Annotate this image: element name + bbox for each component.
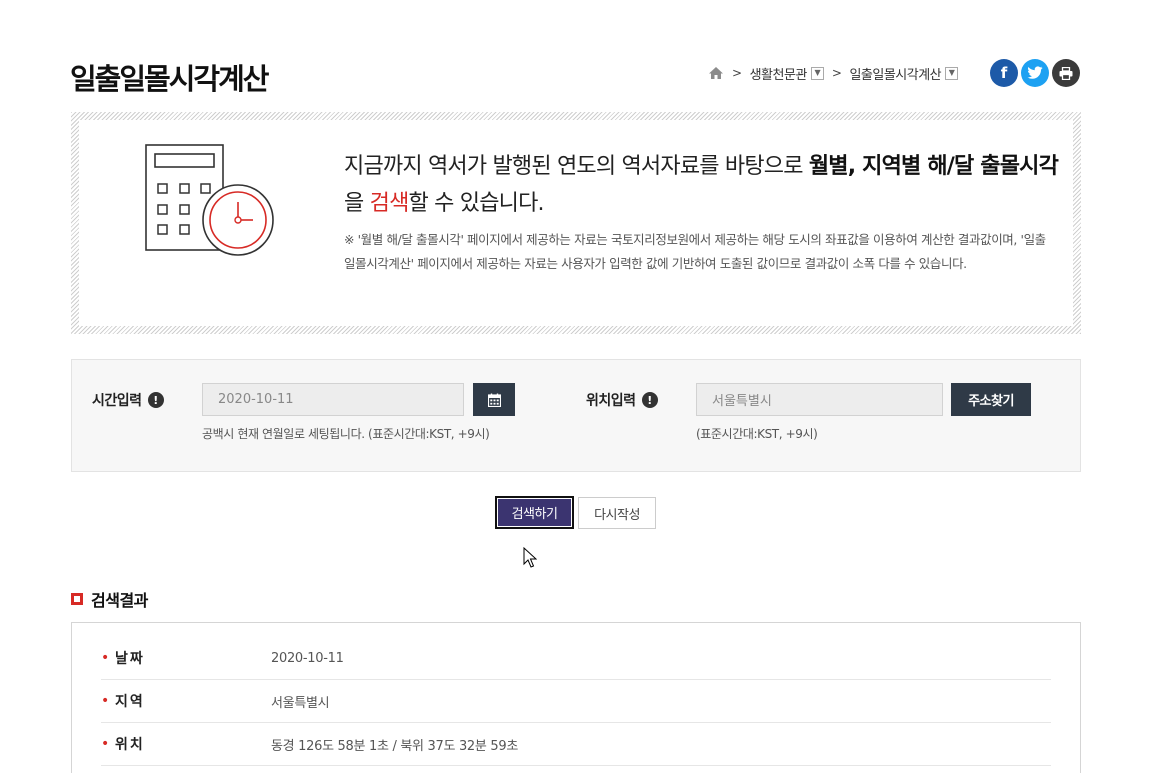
- intro-lead-part: 을: [344, 191, 370, 216]
- section-marker-icon: [71, 593, 83, 605]
- page-title: 일출일몰시각계산: [70, 62, 269, 96]
- intro-lead-text: 지금까지 역서가 발행된 연도의 역서자료를 바탕으로 월별, 지역별 해/달 …: [344, 148, 1064, 222]
- breadcrumb-item-1[interactable]: 일출일몰시각계산 ▼: [849, 64, 959, 83]
- calculator-clock-icon: [145, 144, 274, 256]
- dropdown-icon[interactable]: ▼: [810, 66, 824, 80]
- date-input[interactable]: 2020-10-11: [202, 383, 464, 416]
- address-search-button[interactable]: 주소찾기: [951, 383, 1031, 416]
- intro-banner: 지금까지 역서가 발행된 연도의 역서자료를 바탕으로 월별, 지역별 해/달 …: [71, 112, 1081, 334]
- print-icon[interactable]: [1052, 59, 1080, 87]
- result-title-text: 검색결과: [91, 591, 148, 610]
- reset-button[interactable]: 다시작성: [578, 497, 656, 529]
- intro-lead-part: 할 수 있습니다.: [408, 191, 545, 216]
- home-icon[interactable]: [708, 66, 724, 80]
- result-row: • 날짜 2020-10-11: [101, 637, 1051, 680]
- result-value: 서울특별시: [271, 695, 330, 711]
- location-label-text: 위치입력: [586, 393, 636, 409]
- result-row: • 위치 동경 126도 58분 1초 / 북위 37도 32분 59초: [101, 723, 1051, 766]
- search-button[interactable]: 검색하기: [495, 496, 574, 529]
- twitter-bird-icon: [1027, 66, 1043, 79]
- location-hint: (표준시간대:KST, +9시): [696, 427, 818, 441]
- facebook-icon[interactable]: f: [990, 59, 1018, 87]
- time-hint: 공백시 현재 연월일로 세팅됩니다. (표준시간대:KST, +9시): [202, 427, 490, 441]
- result-label: 지역: [115, 694, 145, 710]
- time-label-text: 시간입력: [92, 393, 142, 409]
- bullet: •: [101, 736, 110, 752]
- result-title: 검색결과: [71, 587, 148, 611]
- search-form: 시간입력 ! 2020-10-11 공백시 현재 연월일로 세팅됩니다. (표준…: [71, 359, 1081, 472]
- twitter-icon[interactable]: [1021, 59, 1049, 87]
- facebook-glyph: f: [1000, 64, 1008, 82]
- intro-lead-highlight: 검색: [369, 191, 410, 216]
- result-label: 날짜: [115, 651, 145, 667]
- chevron-right-icon: >: [732, 66, 742, 80]
- location-input[interactable]: 서울특별시: [696, 383, 943, 416]
- breadcrumb: > 생활천문관 ▼ > 일출일몰시각계산 ▼: [708, 63, 959, 83]
- result-value: 동경 126도 58분 1초 / 북위 37도 32분 59초: [271, 738, 518, 754]
- info-icon[interactable]: !: [641, 392, 658, 408]
- location-input-label: 위치입력 !: [586, 390, 658, 410]
- bullet: •: [101, 693, 110, 709]
- breadcrumb-item-0[interactable]: 생활천문관 ▼: [750, 64, 824, 83]
- dropdown-icon[interactable]: ▼: [945, 66, 959, 80]
- result-value: 2020-10-11: [271, 650, 344, 666]
- printer-icon: [1059, 66, 1073, 80]
- breadcrumb-label: 생활천문관: [749, 67, 808, 83]
- intro-lead-part: 지금까지 역서가 발행된 연도의 역서자료를 바탕으로: [344, 154, 809, 179]
- calendar-icon: [487, 393, 501, 407]
- calendar-button[interactable]: [473, 383, 515, 416]
- result-row: • 지역 서울특별시: [101, 680, 1051, 723]
- chevron-right-icon: >: [831, 66, 842, 80]
- mouse-cursor-icon: [523, 547, 537, 568]
- time-input-label: 시간입력 !: [92, 390, 164, 410]
- intro-note: ※ '월별 해/달 출몰시각' 페이지에서 제공하는 자료는 국토지리정보원에서…: [344, 232, 1046, 271]
- breadcrumb-label: 일출일몰시각계산: [849, 67, 942, 83]
- result-label: 위치: [115, 737, 145, 753]
- share-buttons: f: [990, 59, 1080, 87]
- result-table: • 날짜 2020-10-11 • 지역 서울특별시 • 위치 동경 126도 …: [71, 622, 1081, 773]
- intro-lead-bold: 월별, 지역별 해/달 출몰시각: [808, 154, 1059, 179]
- info-icon[interactable]: !: [147, 392, 164, 408]
- bullet: •: [101, 650, 110, 666]
